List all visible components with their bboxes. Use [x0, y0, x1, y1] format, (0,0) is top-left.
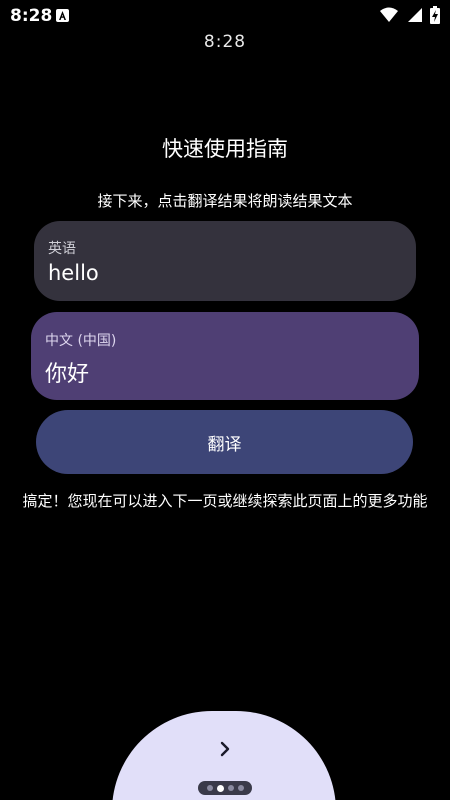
page-dot [206, 785, 213, 791]
translation-result-card[interactable]: 中文 (中国) 你好 [31, 312, 419, 400]
translate-button[interactable]: 翻译 [36, 410, 413, 474]
guide-subtitle: 接下来，点击翻译结果将朗读结果文本 [97, 192, 353, 210]
done-message: 搞定！您现在可以进入下一页或继续探索此页面上的更多功能 [22, 492, 428, 510]
wifi-icon [380, 7, 398, 27]
status-time: 8:28 [10, 6, 53, 26]
source-text-card[interactable]: 英语 hello [34, 221, 416, 301]
page-indicator [198, 781, 252, 795]
status-icons [380, 6, 440, 28]
guide-title: 快速使用指南 [162, 137, 288, 161]
page-dot [237, 785, 244, 791]
notification-a-icon [56, 9, 69, 22]
source-text: hello [48, 261, 99, 285]
status-bar: 8:28 [0, 0, 450, 34]
next-button[interactable] [200, 730, 250, 772]
page-dot [227, 785, 234, 791]
watch-time: 8:28 [203, 32, 247, 52]
battery-charging-icon [430, 6, 440, 28]
screen: 8:28 8:28 快速使用指南 接下来，点击翻译结果将朗读结果文本 英语 he… [0, 0, 450, 800]
source-language-label: 英语 [48, 241, 76, 257]
target-language-label: 中文 (中国) [45, 333, 117, 349]
chevron-right-icon [219, 741, 231, 761]
signal-icon [406, 7, 422, 27]
translation-text: 你好 [45, 362, 90, 387]
page-dot-active [216, 784, 224, 792]
